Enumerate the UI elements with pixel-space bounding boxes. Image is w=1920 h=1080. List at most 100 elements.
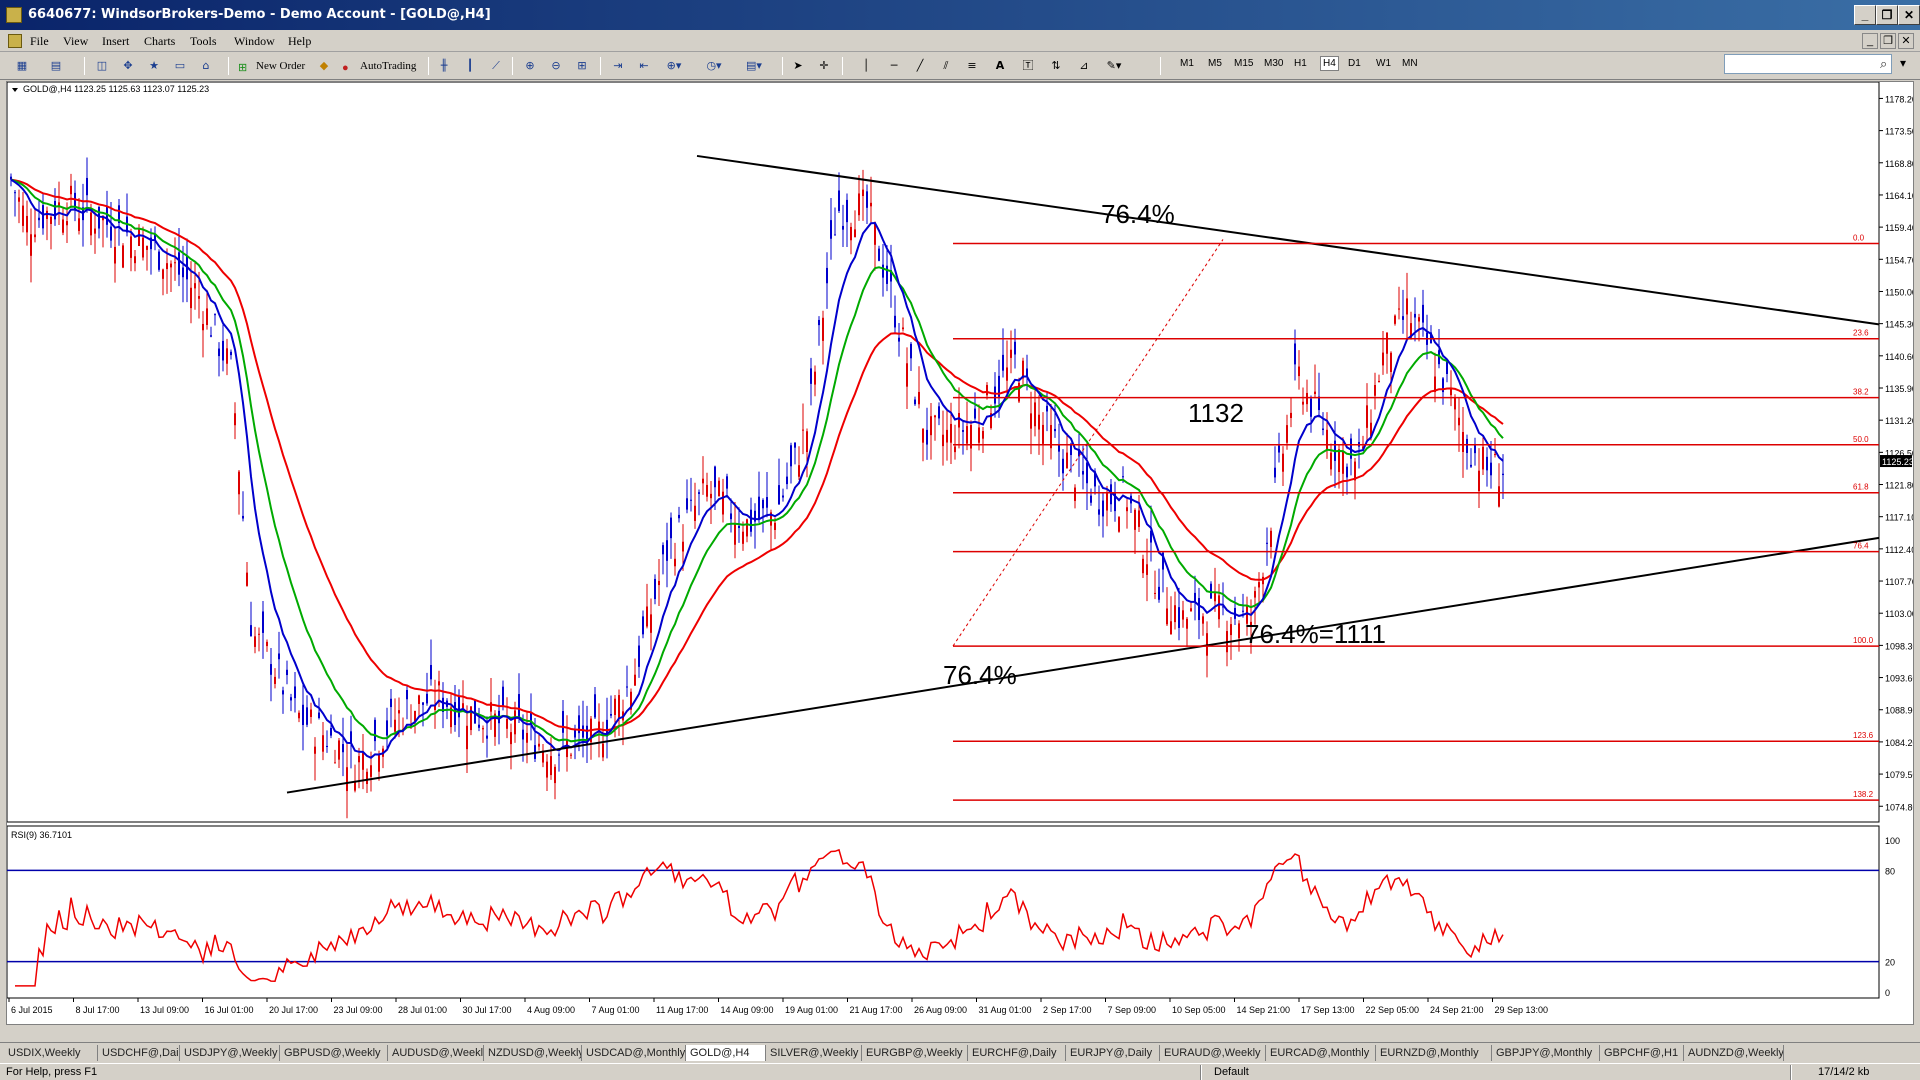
- minimize-button[interactable]: _: [1854, 5, 1876, 25]
- chart-tab[interactable]: EURGBP@,Weekly: [862, 1045, 968, 1061]
- timeframe-d1[interactable]: D1: [1348, 58, 1361, 69]
- candle-body: [862, 189, 864, 197]
- chart-tab[interactable]: AUDNZD@,Weekly: [1684, 1045, 1784, 1061]
- timeframe-m15[interactable]: M15: [1234, 58, 1253, 69]
- chart-tab[interactable]: USDCAD@,Monthly: [582, 1045, 686, 1061]
- data-window-icon[interactable]: ✥: [118, 56, 138, 76]
- chart-tab[interactable]: EURCAD@,Monthly: [1266, 1045, 1376, 1061]
- gann-icon[interactable]: ⊿: [1074, 56, 1094, 76]
- chart-tab[interactable]: USDIX,Weekly: [4, 1045, 98, 1061]
- chart-window[interactable]: 1178.20 1173.50 1168.80 1164.10 1159.40 1154.…: [6, 81, 1914, 1025]
- equidistant-channel-icon[interactable]: ⫽: [936, 56, 956, 76]
- market-watch-icon[interactable]: ◫: [92, 56, 112, 76]
- candle-body: [1202, 616, 1204, 624]
- profiles-icon[interactable]: ▤: [46, 56, 66, 76]
- templates-icon[interactable]: ▤▾: [744, 56, 764, 76]
- timeframe-m30[interactable]: M30: [1264, 58, 1283, 69]
- chart-tab[interactable]: GOLD@,H4: [686, 1045, 766, 1061]
- horizontal-line-icon[interactable]: ─: [884, 56, 904, 76]
- menu-charts[interactable]: Charts: [144, 34, 175, 49]
- arrows-icon[interactable]: ⇅: [1046, 56, 1066, 76]
- timeframe-h4[interactable]: H4: [1320, 56, 1339, 71]
- mdi-close-button[interactable]: ✕: [1898, 33, 1914, 49]
- indicators-icon[interactable]: ⊕▾: [664, 56, 684, 76]
- zoom-out-icon[interactable]: ⊖: [546, 56, 566, 76]
- mdi-restore-button[interactable]: ❐: [1880, 33, 1896, 49]
- chart-shift-icon[interactable]: ⇤: [634, 56, 654, 76]
- text-label-icon[interactable]: 🅃: [1018, 56, 1038, 76]
- chart-tab[interactable]: NZDUSD@,Weekly: [484, 1045, 582, 1061]
- trendline-icon[interactable]: ╱: [910, 56, 930, 76]
- terminal-icon[interactable]: ▭: [170, 56, 190, 76]
- timeframe-m5[interactable]: M5: [1208, 58, 1222, 69]
- vertical-line-icon[interactable]: │: [856, 56, 876, 76]
- chart-tab[interactable]: GBPJPY@,Monthly: [1492, 1045, 1600, 1061]
- line-chart-icon[interactable]: ⟋: [486, 56, 506, 76]
- candle-body: [1086, 462, 1088, 484]
- menu-window[interactable]: Window: [234, 34, 275, 49]
- chart-tab[interactable]: EURAUD@,Weekly: [1160, 1045, 1266, 1061]
- menu-help[interactable]: Help: [288, 34, 311, 49]
- periods-icon[interactable]: ◷▾: [704, 56, 724, 76]
- candle-body: [790, 445, 792, 467]
- timeframe-mn[interactable]: MN: [1402, 58, 1418, 69]
- metaeditor-icon[interactable]: ◆: [314, 56, 334, 76]
- bar-chart-icon[interactable]: ╫: [434, 56, 454, 76]
- candle-body: [362, 752, 364, 770]
- candle-body: [818, 319, 820, 326]
- restore-button[interactable]: ❐: [1876, 5, 1898, 25]
- mdi-minimize-button[interactable]: _: [1862, 33, 1878, 49]
- time-axis-label: 21 Aug 17:00: [850, 1005, 903, 1015]
- new-order-button[interactable]: ⊞ New Order: [236, 56, 305, 76]
- chart-tab[interactable]: GBPCHF@,H1: [1600, 1045, 1684, 1061]
- candle-body: [1346, 466, 1348, 478]
- fibonacci-icon[interactable]: ≡: [962, 56, 982, 76]
- price-axis-label: 1121.80: [1885, 481, 1913, 491]
- chart-window-icon[interactable]: [8, 34, 22, 48]
- rsi-plot-area[interactable]: [7, 825, 1880, 999]
- auto-scroll-icon[interactable]: ⇥: [608, 56, 628, 76]
- search-dropdown-icon[interactable]: ▾: [1900, 56, 1906, 70]
- candle-body: [546, 761, 548, 778]
- candle-body: [518, 694, 520, 718]
- tile-windows-icon[interactable]: ⊞: [572, 56, 592, 76]
- menu-view[interactable]: View: [63, 34, 88, 49]
- chart-tab[interactable]: AUDUSD@,Weekly: [388, 1045, 484, 1061]
- menu-insert[interactable]: Insert: [102, 34, 129, 49]
- candle-body: [1258, 582, 1260, 588]
- autotrading-button[interactable]: ● AutoTrading: [340, 56, 416, 76]
- price-axis-label: 1159.40: [1885, 223, 1913, 233]
- chart-tab[interactable]: GBPUSD@,Weekly: [280, 1045, 388, 1061]
- chart-tab[interactable]: EURJPY@,Daily: [1066, 1045, 1160, 1061]
- chart-tab[interactable]: SILVER@,Weekly: [766, 1045, 862, 1061]
- timeframe-h1[interactable]: H1: [1294, 58, 1307, 69]
- tester-icon[interactable]: ⌂: [196, 56, 216, 76]
- text-tool-icon[interactable]: A: [990, 56, 1010, 76]
- close-button[interactable]: ✕: [1898, 5, 1920, 25]
- search-icon[interactable]: ⌕: [1880, 56, 1894, 71]
- candle-body: [1498, 486, 1500, 507]
- crosshair-icon[interactable]: ✛: [814, 56, 834, 76]
- candle-body: [1054, 428, 1056, 432]
- navigator-icon[interactable]: ★: [144, 56, 164, 76]
- chart-tab[interactable]: EURCHF@,Daily: [968, 1045, 1066, 1061]
- search-input[interactable]: [1724, 54, 1892, 74]
- candle-body: [1330, 452, 1332, 470]
- candle-body: [262, 611, 264, 633]
- new-chart-icon[interactable]: ▦: [12, 56, 32, 76]
- candlestick-icon[interactable]: ┃: [460, 56, 480, 76]
- candle-body: [290, 697, 292, 701]
- shapes-icon[interactable]: ✎▾: [1104, 56, 1124, 76]
- chart-canvas[interactable]: 1178.20 1173.50 1168.80 1164.10 1159.40 1154.…: [7, 82, 1913, 1024]
- timeframe-m1[interactable]: M1: [1180, 58, 1194, 69]
- cursor-icon[interactable]: ➤: [788, 56, 808, 76]
- candle-body: [438, 681, 440, 686]
- chart-tab[interactable]: USDJPY@,Weekly: [180, 1045, 280, 1061]
- zoom-in-icon[interactable]: ⊕: [520, 56, 540, 76]
- chart-tab[interactable]: USDCHF@,Daily: [98, 1045, 180, 1061]
- menu-tools[interactable]: Tools: [190, 34, 217, 49]
- chart-tab[interactable]: EURNZD@,Monthly: [1376, 1045, 1492, 1061]
- menu-file[interactable]: File: [30, 34, 49, 49]
- candle-body: [330, 727, 332, 736]
- timeframe-w1[interactable]: W1: [1376, 58, 1391, 69]
